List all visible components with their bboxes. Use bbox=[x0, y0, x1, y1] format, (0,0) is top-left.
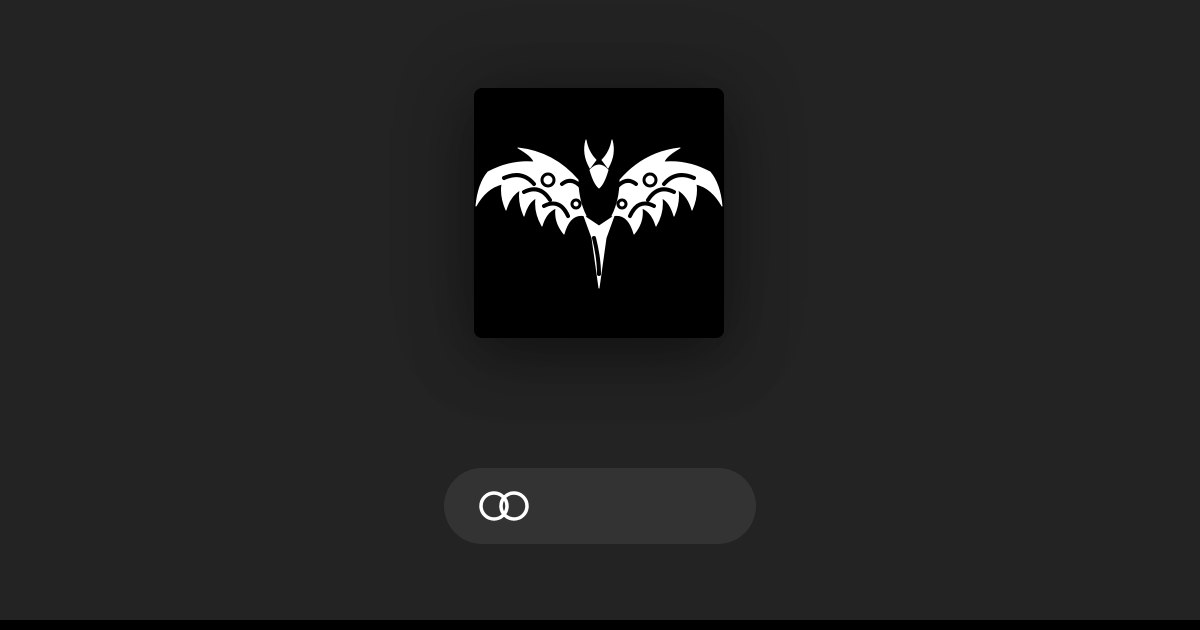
bottom-edge-bar bbox=[0, 620, 1200, 630]
tribal-bat-logo-icon bbox=[475, 139, 723, 289]
link-rings-icon bbox=[479, 491, 529, 521]
avatar bbox=[474, 88, 724, 338]
link-button[interactable] bbox=[444, 468, 756, 544]
